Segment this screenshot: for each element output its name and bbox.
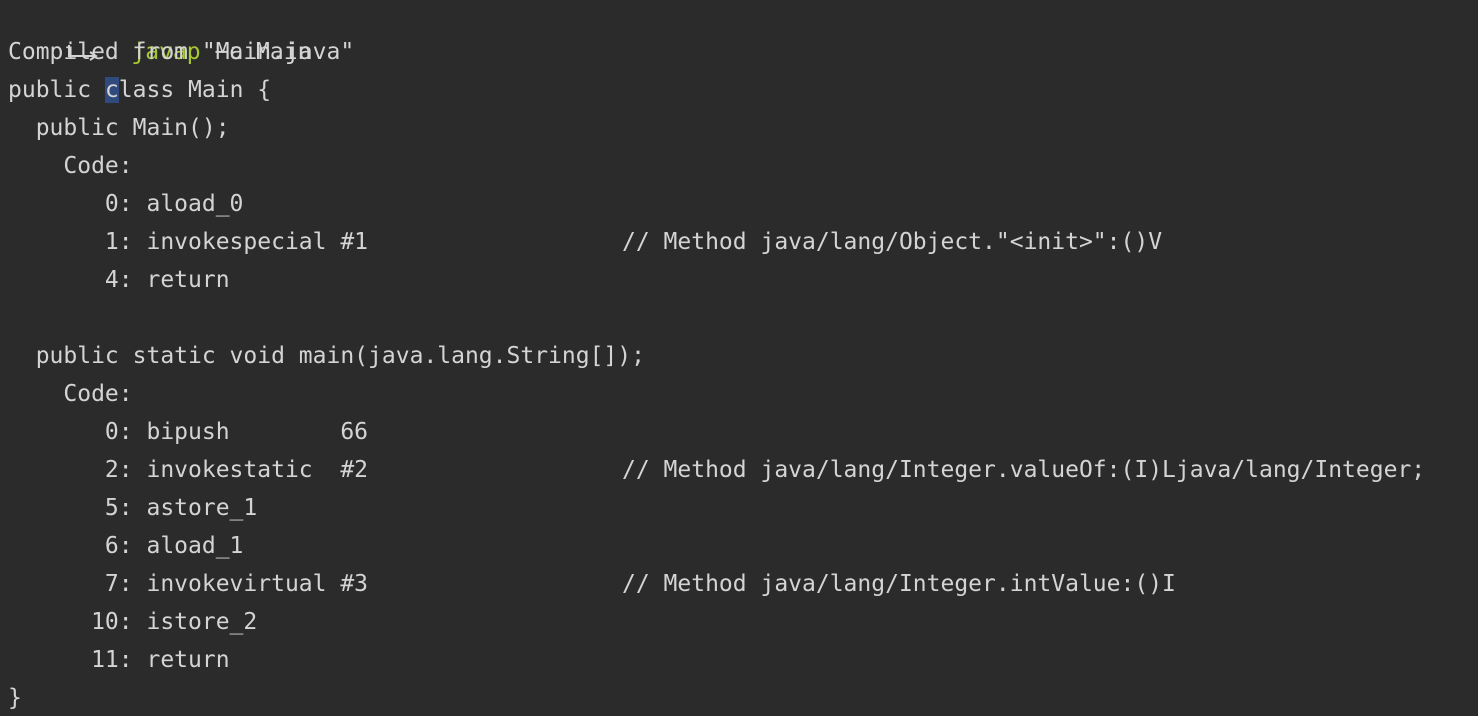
bytecode-line: 0: aload_0: [8, 191, 244, 217]
bytecode-comment: // Method java/lang/Integer.intValue:()I: [622, 571, 1176, 597]
bytecode-line: 11: return: [8, 647, 230, 673]
prompt-line: javap −c Main: [8, 0, 311, 65]
constructor-code-label: Code:: [8, 153, 133, 179]
bytecode-line: 7: invokevirtual #3: [8, 571, 369, 597]
bytecode-line: 4: return: [8, 267, 230, 293]
main-code-label: Code:: [8, 381, 133, 407]
bytecode-line: 10: istore_2: [8, 609, 258, 635]
bytecode-line: 1: invokespecial #1: [8, 229, 369, 255]
class-decl-suffix: lass Main {: [118, 77, 272, 103]
text-cursor: c: [104, 77, 119, 103]
bytecode-line: 6: aload_1: [8, 533, 244, 559]
bytecode-line: 2: invokestatic #2: [8, 457, 369, 483]
closing-brace: }: [8, 685, 22, 711]
bytecode-line: 0: bipush 66: [8, 419, 369, 445]
terminal-window[interactable]: javap −c Main Compiled from "Main.java" …: [0, 0, 1478, 716]
compiled-from-line: Compiled from "Main.java": [8, 39, 355, 65]
constructor-signature: public Main();: [8, 115, 230, 141]
bytecode-comment: // Method java/lang/Integer.valueOf:(I)L…: [622, 457, 1426, 483]
bytecode-line: 5: astore_1: [8, 495, 258, 521]
class-decl-prefix: public: [8, 77, 105, 103]
main-method-signature: public static void main(java.lang.String…: [8, 343, 645, 369]
bytecode-comment: // Method java/lang/Object."<init>":()V: [622, 229, 1163, 255]
class-declaration-line: public class Main {: [8, 71, 271, 109]
